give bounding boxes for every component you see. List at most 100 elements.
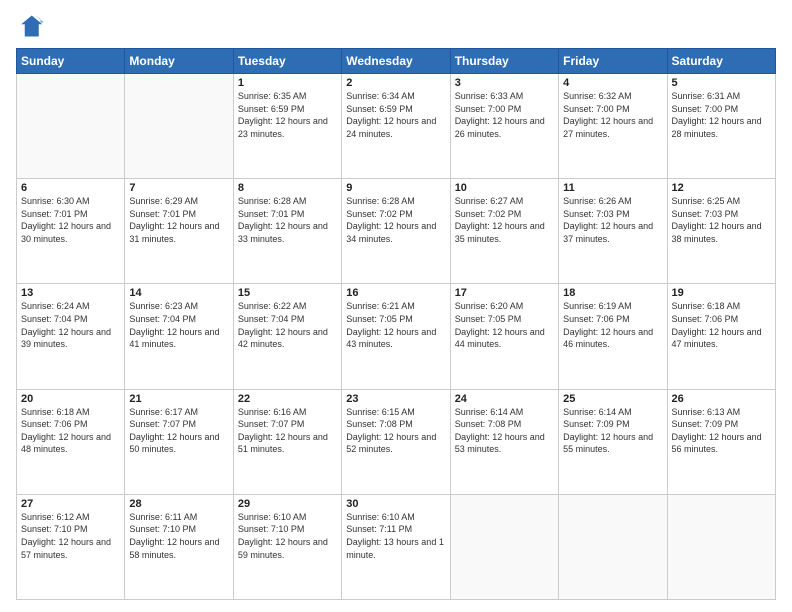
day-info: Sunrise: 6:35 AMSunset: 6:59 PMDaylight:…: [238, 90, 337, 140]
weekday-header-sunday: Sunday: [17, 49, 125, 74]
day-number: 17: [455, 287, 554, 299]
calendar-cell: 4Sunrise: 6:32 AMSunset: 7:00 PMDaylight…: [559, 74, 667, 179]
weekday-header-tuesday: Tuesday: [233, 49, 341, 74]
day-number: 20: [21, 393, 120, 405]
day-number: 30: [346, 498, 445, 510]
day-number: 24: [455, 393, 554, 405]
day-info: Sunrise: 6:28 AMSunset: 7:01 PMDaylight:…: [238, 195, 337, 245]
day-info: Sunrise: 6:14 AMSunset: 7:09 PMDaylight:…: [563, 406, 662, 456]
weekday-header-thursday: Thursday: [450, 49, 558, 74]
day-number: 13: [21, 287, 120, 299]
week-row-5: 27Sunrise: 6:12 AMSunset: 7:10 PMDayligh…: [17, 494, 776, 599]
day-number: 5: [672, 77, 771, 89]
calendar-cell: 29Sunrise: 6:10 AMSunset: 7:10 PMDayligh…: [233, 494, 341, 599]
calendar-cell: 26Sunrise: 6:13 AMSunset: 7:09 PMDayligh…: [667, 389, 775, 494]
day-info: Sunrise: 6:10 AMSunset: 7:11 PMDaylight:…: [346, 511, 445, 561]
calendar-cell: 24Sunrise: 6:14 AMSunset: 7:08 PMDayligh…: [450, 389, 558, 494]
day-number: 11: [563, 182, 662, 194]
calendar-cell: 21Sunrise: 6:17 AMSunset: 7:07 PMDayligh…: [125, 389, 233, 494]
day-number: 23: [346, 393, 445, 405]
day-info: Sunrise: 6:30 AMSunset: 7:01 PMDaylight:…: [21, 195, 120, 245]
calendar-cell: [450, 494, 558, 599]
day-number: 4: [563, 77, 662, 89]
day-number: 16: [346, 287, 445, 299]
calendar-cell: 12Sunrise: 6:25 AMSunset: 7:03 PMDayligh…: [667, 179, 775, 284]
calendar-cell: 20Sunrise: 6:18 AMSunset: 7:06 PMDayligh…: [17, 389, 125, 494]
day-number: 25: [563, 393, 662, 405]
day-number: 12: [672, 182, 771, 194]
day-number: 6: [21, 182, 120, 194]
calendar-cell: 17Sunrise: 6:20 AMSunset: 7:05 PMDayligh…: [450, 284, 558, 389]
calendar-cell: 9Sunrise: 6:28 AMSunset: 7:02 PMDaylight…: [342, 179, 450, 284]
weekday-header-monday: Monday: [125, 49, 233, 74]
calendar-cell: 7Sunrise: 6:29 AMSunset: 7:01 PMDaylight…: [125, 179, 233, 284]
day-info: Sunrise: 6:14 AMSunset: 7:08 PMDaylight:…: [455, 406, 554, 456]
day-info: Sunrise: 6:26 AMSunset: 7:03 PMDaylight:…: [563, 195, 662, 245]
day-info: Sunrise: 6:31 AMSunset: 7:00 PMDaylight:…: [672, 90, 771, 140]
day-info: Sunrise: 6:16 AMSunset: 7:07 PMDaylight:…: [238, 406, 337, 456]
calendar-cell: 23Sunrise: 6:15 AMSunset: 7:08 PMDayligh…: [342, 389, 450, 494]
day-info: Sunrise: 6:22 AMSunset: 7:04 PMDaylight:…: [238, 300, 337, 350]
week-row-2: 6Sunrise: 6:30 AMSunset: 7:01 PMDaylight…: [17, 179, 776, 284]
calendar-cell: 25Sunrise: 6:14 AMSunset: 7:09 PMDayligh…: [559, 389, 667, 494]
day-number: 7: [129, 182, 228, 194]
day-number: 15: [238, 287, 337, 299]
calendar-cell: 5Sunrise: 6:31 AMSunset: 7:00 PMDaylight…: [667, 74, 775, 179]
calendar-cell: 13Sunrise: 6:24 AMSunset: 7:04 PMDayligh…: [17, 284, 125, 389]
day-info: Sunrise: 6:29 AMSunset: 7:01 PMDaylight:…: [129, 195, 228, 245]
calendar-cell: 6Sunrise: 6:30 AMSunset: 7:01 PMDaylight…: [17, 179, 125, 284]
calendar-table: SundayMondayTuesdayWednesdayThursdayFrid…: [16, 48, 776, 600]
weekday-header-friday: Friday: [559, 49, 667, 74]
calendar-cell: 15Sunrise: 6:22 AMSunset: 7:04 PMDayligh…: [233, 284, 341, 389]
calendar-cell: 1Sunrise: 6:35 AMSunset: 6:59 PMDaylight…: [233, 74, 341, 179]
day-info: Sunrise: 6:17 AMSunset: 7:07 PMDaylight:…: [129, 406, 228, 456]
day-info: Sunrise: 6:27 AMSunset: 7:02 PMDaylight:…: [455, 195, 554, 245]
day-number: 2: [346, 77, 445, 89]
day-number: 10: [455, 182, 554, 194]
day-number: 14: [129, 287, 228, 299]
day-number: 3: [455, 77, 554, 89]
calendar-cell: 14Sunrise: 6:23 AMSunset: 7:04 PMDayligh…: [125, 284, 233, 389]
day-info: Sunrise: 6:23 AMSunset: 7:04 PMDaylight:…: [129, 300, 228, 350]
week-row-1: 1Sunrise: 6:35 AMSunset: 6:59 PMDaylight…: [17, 74, 776, 179]
weekday-header-row: SundayMondayTuesdayWednesdayThursdayFrid…: [17, 49, 776, 74]
day-number: 8: [238, 182, 337, 194]
day-number: 1: [238, 77, 337, 89]
day-info: Sunrise: 6:18 AMSunset: 7:06 PMDaylight:…: [21, 406, 120, 456]
day-info: Sunrise: 6:19 AMSunset: 7:06 PMDaylight:…: [563, 300, 662, 350]
page: SundayMondayTuesdayWednesdayThursdayFrid…: [0, 0, 792, 612]
calendar-cell: [17, 74, 125, 179]
day-info: Sunrise: 6:15 AMSunset: 7:08 PMDaylight:…: [346, 406, 445, 456]
day-info: Sunrise: 6:18 AMSunset: 7:06 PMDaylight:…: [672, 300, 771, 350]
day-info: Sunrise: 6:33 AMSunset: 7:00 PMDaylight:…: [455, 90, 554, 140]
day-number: 28: [129, 498, 228, 510]
logo: [16, 12, 48, 40]
day-number: 27: [21, 498, 120, 510]
calendar-cell: 19Sunrise: 6:18 AMSunset: 7:06 PMDayligh…: [667, 284, 775, 389]
calendar-cell: 16Sunrise: 6:21 AMSunset: 7:05 PMDayligh…: [342, 284, 450, 389]
day-info: Sunrise: 6:21 AMSunset: 7:05 PMDaylight:…: [346, 300, 445, 350]
day-number: 22: [238, 393, 337, 405]
weekday-header-saturday: Saturday: [667, 49, 775, 74]
calendar-cell: [125, 74, 233, 179]
calendar-cell: 18Sunrise: 6:19 AMSunset: 7:06 PMDayligh…: [559, 284, 667, 389]
day-info: Sunrise: 6:10 AMSunset: 7:10 PMDaylight:…: [238, 511, 337, 561]
day-number: 21: [129, 393, 228, 405]
day-info: Sunrise: 6:20 AMSunset: 7:05 PMDaylight:…: [455, 300, 554, 350]
day-info: Sunrise: 6:13 AMSunset: 7:09 PMDaylight:…: [672, 406, 771, 456]
day-info: Sunrise: 6:11 AMSunset: 7:10 PMDaylight:…: [129, 511, 228, 561]
day-number: 26: [672, 393, 771, 405]
day-info: Sunrise: 6:28 AMSunset: 7:02 PMDaylight:…: [346, 195, 445, 245]
calendar-cell: 2Sunrise: 6:34 AMSunset: 6:59 PMDaylight…: [342, 74, 450, 179]
header: [16, 12, 776, 40]
calendar-cell: 11Sunrise: 6:26 AMSunset: 7:03 PMDayligh…: [559, 179, 667, 284]
week-row-3: 13Sunrise: 6:24 AMSunset: 7:04 PMDayligh…: [17, 284, 776, 389]
calendar-cell: 10Sunrise: 6:27 AMSunset: 7:02 PMDayligh…: [450, 179, 558, 284]
week-row-4: 20Sunrise: 6:18 AMSunset: 7:06 PMDayligh…: [17, 389, 776, 494]
calendar-cell: [559, 494, 667, 599]
day-info: Sunrise: 6:12 AMSunset: 7:10 PMDaylight:…: [21, 511, 120, 561]
calendar-cell: 27Sunrise: 6:12 AMSunset: 7:10 PMDayligh…: [17, 494, 125, 599]
calendar-cell: 28Sunrise: 6:11 AMSunset: 7:10 PMDayligh…: [125, 494, 233, 599]
day-number: 18: [563, 287, 662, 299]
weekday-header-wednesday: Wednesday: [342, 49, 450, 74]
